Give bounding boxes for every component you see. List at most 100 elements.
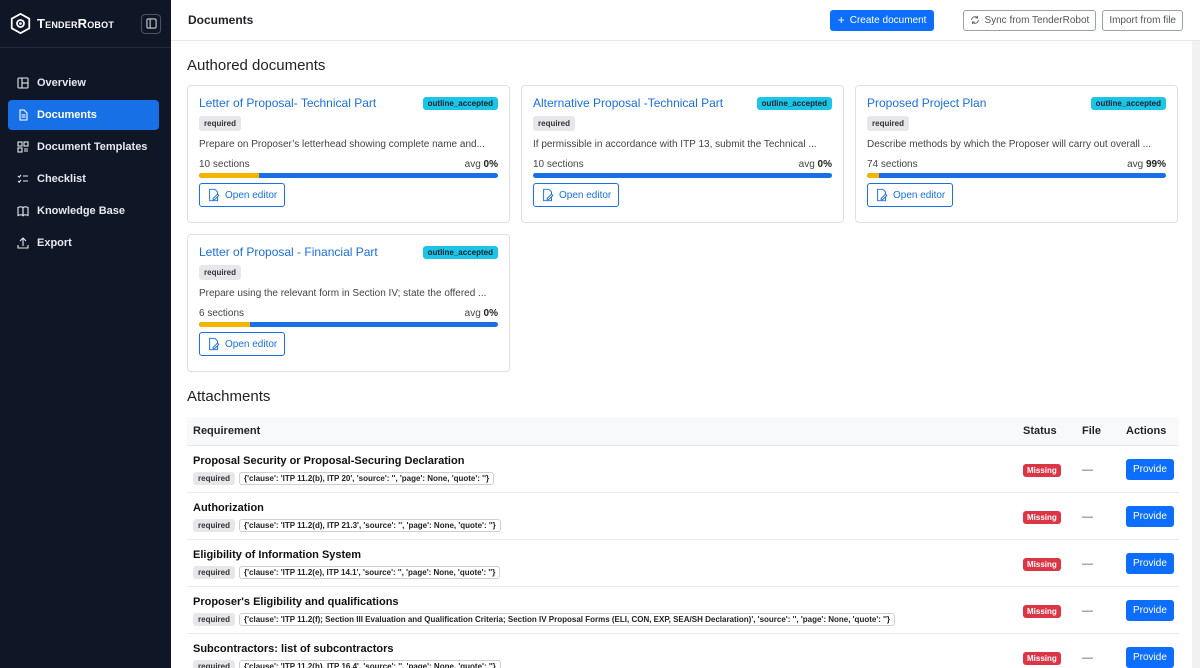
- status-badge: outline_accepted: [1090, 96, 1166, 110]
- import-button[interactable]: Import from file: [1102, 9, 1183, 31]
- edit-document-icon: [877, 188, 888, 202]
- progress-bar: [867, 173, 1166, 178]
- status-badge: Missing: [1023, 652, 1061, 665]
- section-count: 74 sections: [867, 159, 918, 170]
- progress-fill: [867, 173, 879, 178]
- sidebar-item-checklist[interactable]: Checklist: [8, 164, 159, 194]
- sync-button[interactable]: Sync from TenderRobot: [963, 9, 1097, 31]
- open-editor-label: Open editor: [893, 189, 946, 201]
- create-document-label: Create document: [849, 14, 927, 26]
- requirement-title: Subcontractors: list of subcontractors: [193, 643, 394, 655]
- avg-progress: avg 0%: [799, 159, 832, 170]
- provide-button[interactable]: Provide: [1126, 599, 1174, 621]
- sidebar-item-label: Checklist: [37, 173, 86, 185]
- required-tag: required: [199, 116, 242, 131]
- table-row: Authorization required {'clause': 'ITP 11…: [187, 493, 1179, 540]
- document-description: Describe methods by which the Proposer w…: [867, 139, 1152, 150]
- avg-progress: avg 0%: [465, 308, 498, 319]
- section-count: 10 sections: [533, 159, 584, 170]
- sidebar-item-label: Document Templates: [37, 141, 148, 153]
- section-count: 10 sections: [199, 159, 250, 170]
- progress-bar: [533, 173, 832, 178]
- open-editor-button[interactable]: Open editor: [867, 183, 954, 207]
- document-description: Prepare on Proposer’s letterhead showing…: [199, 139, 485, 150]
- sidebar-item-export[interactable]: Export: [8, 228, 159, 258]
- sidebar: TenderRobot Overview Documents Document …: [0, 0, 171, 668]
- edit-document-icon: [209, 337, 220, 351]
- requirement-title: Proposer's Eligibility and qualification…: [193, 596, 399, 608]
- requirement-title: Eligibility of Information System: [193, 549, 362, 561]
- table-header: Requirement Status File Actions: [187, 417, 1179, 446]
- sidebar-item-overview[interactable]: Overview: [8, 68, 159, 98]
- avg-label: avg: [798, 159, 815, 170]
- required-tag: required: [193, 660, 236, 668]
- progress-fill: [199, 322, 250, 327]
- open-editor-label: Open editor: [225, 338, 278, 350]
- sidebar-item-label: Knowledge Base: [37, 205, 126, 217]
- sidebar-item-documents[interactable]: Documents: [8, 100, 159, 130]
- brand: TenderRobot: [0, 0, 171, 48]
- import-label: Import from file: [1109, 14, 1176, 26]
- clause-tag: {'clause': 'ITP 11.2(d), ITP 21.3', 'sou…: [239, 519, 501, 532]
- sidebar-item-document-templates[interactable]: Document Templates: [8, 132, 159, 162]
- sidebar-item-label: Export: [37, 237, 72, 249]
- status-badge: Missing: [1023, 558, 1061, 571]
- sidebar-item-knowledge-base[interactable]: Knowledge Base: [8, 196, 159, 226]
- file-value: —: [1082, 464, 1093, 476]
- file-value: —: [1082, 605, 1093, 617]
- status-badge: Missing: [1023, 464, 1061, 477]
- column-status: Status: [1023, 425, 1057, 437]
- edit-document-icon: [209, 188, 220, 202]
- file-value: —: [1082, 652, 1093, 664]
- document-title-link[interactable]: Letter of Proposal- Technical Part: [199, 96, 376, 110]
- page-title: Documents: [188, 13, 254, 27]
- table-row: Subcontractors: list of subcontractors r…: [187, 634, 1179, 668]
- collapse-sidebar-button[interactable]: [141, 13, 161, 34]
- avg-value: 0%: [483, 159, 498, 170]
- file-value: —: [1082, 558, 1093, 570]
- open-editor-button[interactable]: Open editor: [533, 183, 620, 207]
- document-title-link[interactable]: Proposed Project Plan: [867, 96, 986, 110]
- required-tag: required: [193, 613, 236, 626]
- progress-fill: [199, 173, 259, 178]
- document-title-link[interactable]: Letter of Proposal - Financial Part: [199, 245, 378, 259]
- avg-value: 0%: [483, 308, 498, 319]
- create-document-button[interactable]: + Create document: [829, 9, 935, 31]
- required-tag: required: [193, 519, 236, 532]
- document-description: If permissible in accordance with ITP 13…: [533, 139, 817, 150]
- edit-document-icon: [543, 188, 554, 202]
- status-badge: outline_accepted: [756, 96, 832, 110]
- brand-name: TenderRobot: [37, 16, 115, 31]
- provide-button[interactable]: Provide: [1126, 458, 1174, 480]
- page-scrollbar[interactable]: [1192, 41, 1200, 668]
- document-card: Proposed Project Plan outline_accepted r…: [855, 85, 1178, 223]
- attachments-table: Requirement Status File Actions Proposal…: [187, 417, 1179, 668]
- open-editor-label: Open editor: [559, 189, 612, 201]
- provide-button[interactable]: Provide: [1126, 505, 1174, 527]
- open-editor-button[interactable]: Open editor: [199, 183, 286, 207]
- status-badge: outline_accepted: [422, 96, 498, 110]
- sync-icon: [971, 15, 980, 25]
- open-editor-button[interactable]: Open editor: [199, 332, 286, 356]
- sidebar-toggle-icon: [145, 18, 157, 29]
- avg-progress: avg 99%: [1127, 159, 1166, 170]
- export-icon: [17, 237, 29, 249]
- table-row: Proposer's Eligibility and qualification…: [187, 587, 1179, 634]
- required-tag: required: [867, 116, 910, 131]
- sidebar-item-label: Overview: [37, 77, 86, 89]
- clause-tag: {'clause': 'ITP 11.2(h), ITP 16.4', 'sou…: [239, 660, 501, 668]
- file-value: —: [1082, 511, 1093, 523]
- document-title-link[interactable]: Alternative Proposal -Technical Part: [533, 96, 723, 110]
- avg-label: avg: [464, 159, 481, 170]
- clause-tag: {'clause': 'ITP 11.2(f); Section III Eva…: [239, 613, 896, 626]
- templates-icon: [17, 141, 29, 153]
- table-row: Proposal Security or Proposal-Securing D…: [187, 446, 1179, 493]
- required-tag: required: [193, 472, 236, 485]
- provide-button[interactable]: Provide: [1126, 552, 1174, 574]
- provide-button[interactable]: Provide: [1126, 646, 1174, 668]
- requirement-title: Authorization: [193, 502, 264, 514]
- plus-icon: +: [837, 13, 845, 27]
- document-card: Letter of Proposal - Financial Part outl…: [187, 234, 510, 372]
- required-tag: required: [199, 265, 242, 280]
- status-badge: Missing: [1023, 511, 1061, 524]
